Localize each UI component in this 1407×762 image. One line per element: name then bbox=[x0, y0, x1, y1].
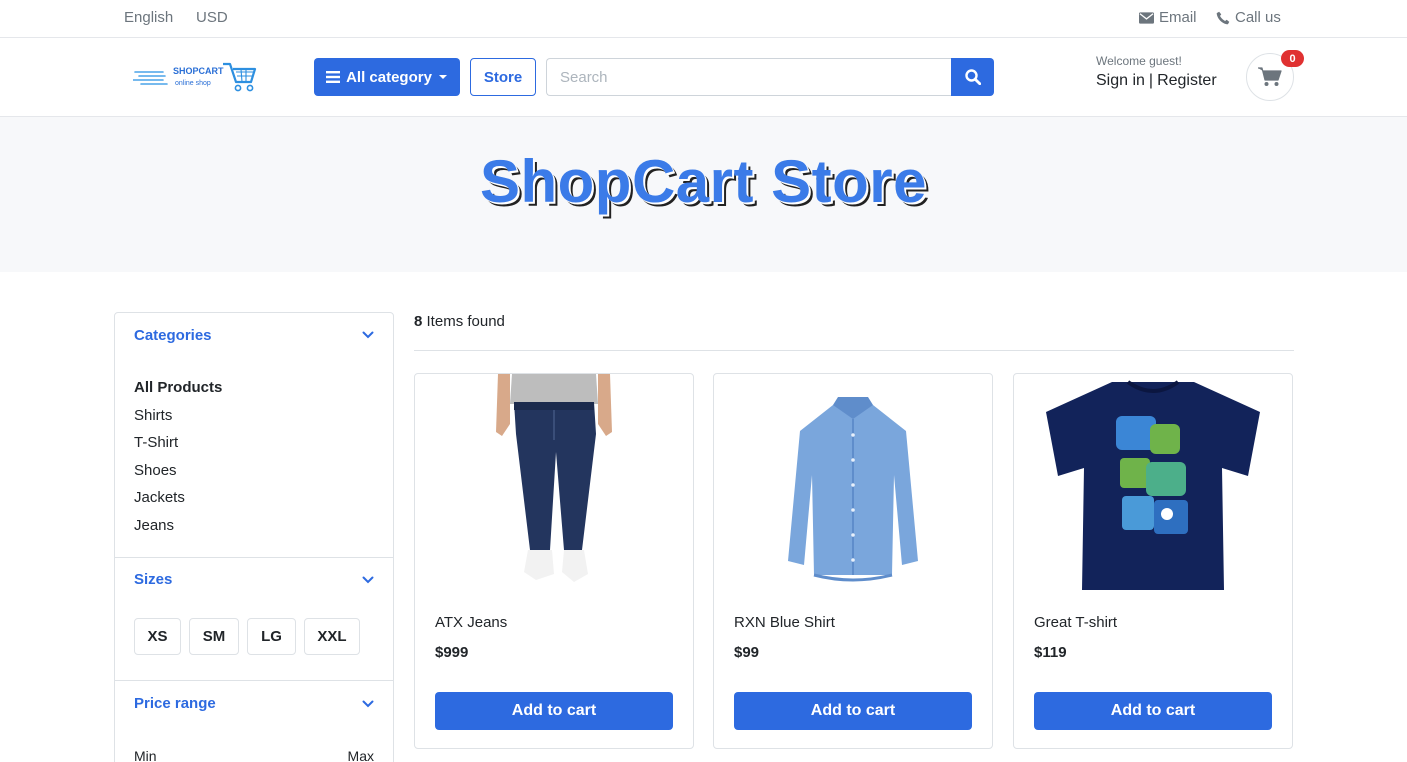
price-range-labels: Min Max bbox=[134, 726, 374, 762]
sizes-section: Sizes XS SM LG XXL bbox=[115, 558, 393, 681]
caret-down-icon bbox=[438, 75, 447, 79]
product-price: $999 bbox=[435, 644, 469, 661]
category-item-shoes[interactable]: Shoes bbox=[134, 457, 374, 485]
language-selector[interactable]: English bbox=[124, 9, 173, 26]
currency-selector[interactable]: USD bbox=[196, 9, 228, 26]
call-link[interactable]: Call us bbox=[1216, 9, 1281, 26]
sizes-header[interactable]: Sizes bbox=[134, 558, 374, 601]
store-title: ShopCart Store bbox=[479, 148, 928, 215]
search-input[interactable] bbox=[546, 58, 952, 96]
category-item-jackets[interactable]: Jackets bbox=[134, 484, 374, 512]
sign-in-link[interactable]: Sign in bbox=[1096, 72, 1145, 90]
main-header: SHOPCART online shop All category Store … bbox=[0, 38, 1407, 117]
categories-header[interactable]: Categories bbox=[134, 313, 374, 357]
product-name[interactable]: RXN Blue Shirt bbox=[734, 614, 835, 631]
items-found-label: Items found bbox=[426, 313, 505, 330]
envelope-icon bbox=[1139, 11, 1154, 24]
chevron-down-icon bbox=[362, 331, 374, 339]
price-range-section: Price range Min Max bbox=[115, 681, 393, 762]
filter-sidebar: Categories All Products Shirts T-Shirt S… bbox=[114, 312, 394, 762]
auth-separator: | bbox=[1148, 72, 1154, 89]
top-bar: English USD Email Call us bbox=[0, 0, 1407, 38]
logo-subtext: online shop bbox=[175, 80, 211, 87]
register-link[interactable]: Register bbox=[1157, 72, 1217, 90]
size-button-lg[interactable]: LG bbox=[247, 618, 296, 655]
price-range-header[interactable]: Price range bbox=[134, 681, 374, 726]
product-card: Great T-shirt $119 Add to cart bbox=[1013, 373, 1293, 749]
logo-text: SHOPCART bbox=[173, 66, 224, 76]
shopcart-logo[interactable]: SHOPCART online shop bbox=[132, 58, 258, 96]
price-range-title: Price range bbox=[134, 695, 216, 712]
price-max-label: Max bbox=[347, 748, 374, 762]
category-item-all-products[interactable]: All Products bbox=[134, 374, 374, 402]
product-image-jeans[interactable] bbox=[415, 374, 693, 596]
category-item-t-shirt[interactable]: T-Shirt bbox=[134, 429, 374, 457]
menu-icon bbox=[326, 71, 341, 83]
add-to-cart-button[interactable]: Add to cart bbox=[1034, 692, 1272, 730]
sizes-title: Sizes bbox=[134, 571, 173, 588]
size-button-xs[interactable]: XS bbox=[134, 618, 181, 655]
search-button[interactable] bbox=[951, 58, 994, 96]
cart-count-badge: 0 bbox=[1281, 50, 1304, 67]
category-item-shirts[interactable]: Shirts bbox=[134, 402, 374, 430]
items-count: 8 bbox=[414, 313, 423, 330]
product-image-blue-shirt[interactable] bbox=[714, 374, 992, 596]
results-divider bbox=[414, 350, 1294, 351]
call-label: Call us bbox=[1235, 9, 1281, 26]
size-options: XS SM LG XXL bbox=[134, 601, 374, 680]
all-category-label: All category bbox=[346, 68, 432, 86]
email-link[interactable]: Email bbox=[1139, 9, 1197, 26]
product-price: $119 bbox=[1034, 644, 1067, 661]
product-name[interactable]: ATX Jeans bbox=[435, 614, 507, 631]
add-to-cart-button[interactable]: Add to cart bbox=[734, 692, 972, 730]
product-image-t-shirt[interactable] bbox=[1014, 374, 1292, 596]
product-price: $99 bbox=[734, 644, 760, 661]
auth-links: Sign in | Register bbox=[1096, 72, 1217, 90]
store-button[interactable]: Store bbox=[470, 58, 536, 96]
hero-banner: ShopCart Store bbox=[0, 117, 1407, 272]
items-found-text: 8 Items found bbox=[414, 313, 505, 330]
category-list: All Products Shirts T-Shirt Shoes Jacket… bbox=[134, 357, 374, 557]
email-label: Email bbox=[1159, 9, 1197, 26]
phone-icon bbox=[1216, 11, 1230, 24]
search-icon bbox=[964, 69, 981, 85]
product-card: RXN Blue Shirt $99 Add to cart bbox=[713, 373, 993, 749]
all-category-button[interactable]: All category bbox=[314, 58, 460, 96]
price-min-label: Min bbox=[134, 748, 157, 762]
size-button-sm[interactable]: SM bbox=[189, 618, 239, 655]
chevron-down-icon bbox=[362, 576, 374, 583]
product-card: ATX Jeans $999 Add to cart bbox=[414, 373, 694, 749]
shopping-cart-icon bbox=[1258, 67, 1282, 86]
categories-title: Categories bbox=[134, 326, 212, 344]
categories-section: Categories All Products Shirts T-Shirt S… bbox=[115, 313, 393, 558]
welcome-text: Welcome guest! bbox=[1096, 54, 1182, 68]
add-to-cart-button[interactable]: Add to cart bbox=[435, 692, 673, 730]
product-name[interactable]: Great T-shirt bbox=[1034, 614, 1117, 631]
chevron-down-icon bbox=[362, 700, 374, 707]
category-item-jeans[interactable]: Jeans bbox=[134, 512, 374, 540]
size-button-xxl[interactable]: XXL bbox=[304, 618, 360, 655]
